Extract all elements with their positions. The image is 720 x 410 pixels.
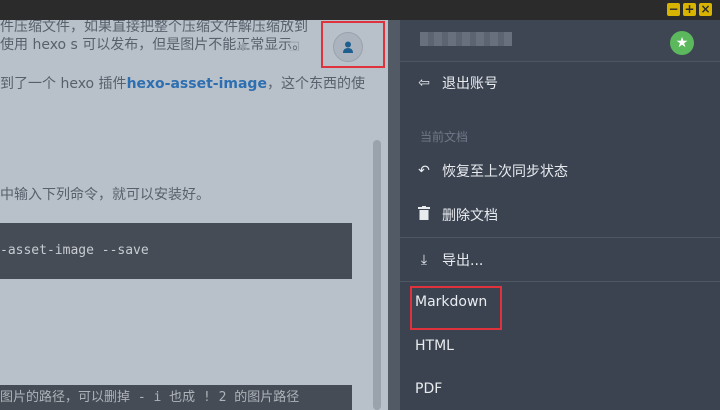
html-label: HTML <box>415 338 454 354</box>
logout-button[interactable]: ⇦ 退出账号 <box>416 73 498 93</box>
doc-line: 到了一个 hexo 插件hexo-asset-image，这个东西的使 <box>0 76 365 92</box>
window-icon: ❐ <box>289 40 300 54</box>
code-block: -asset-image --save <box>0 223 352 279</box>
document-preview: 件压缩文件，如果直接把整个压缩文件解压缩放到 使用 hexo s 可以发布，但是… <box>0 20 388 410</box>
doc-line: 使用 hexo s 可以发布，但是图片不能正常显示。 <box>0 37 307 53</box>
trash-icon <box>416 206 432 224</box>
window-titlebar: − + × <box>0 0 720 20</box>
restore-label: 恢复至上次同步状态 <box>442 164 568 180</box>
divider <box>400 237 720 238</box>
code-block: 图片的路径，可以删掉 - i 也成 ! 2 的图片路径 <box>0 385 352 410</box>
delete-label: 删除文档 <box>442 208 498 224</box>
undo-icon: ↶ <box>418 163 430 179</box>
download-icon: ⤓ <box>420 252 428 268</box>
export-html-option[interactable]: HTML <box>415 338 454 354</box>
user-button-highlight <box>321 21 385 68</box>
star-icon[interactable]: ★ <box>670 31 694 55</box>
side-menu: ★ ⇦ 退出账号 当前文档 ↶ 恢复至上次同步状态 删除文档 ⤓ 导出... M… <box>388 20 720 410</box>
doc-line: 中输入下列命令，就可以安装好。 <box>0 187 210 203</box>
delete-doc-button[interactable]: 删除文档 <box>416 205 498 225</box>
close-button[interactable]: × <box>699 3 712 16</box>
window-controls: − + × <box>667 3 712 16</box>
section-current-doc: 当前文档 <box>420 130 469 144</box>
pdf-label: PDF <box>415 381 443 397</box>
export-pdf-option[interactable]: PDF <box>415 381 442 397</box>
scrollbar[interactable] <box>373 140 381 410</box>
user-name-blurred <box>420 32 512 46</box>
maximize-button[interactable]: + <box>683 3 696 16</box>
export-label: 导出... <box>442 253 484 269</box>
markdown-highlight <box>410 286 502 330</box>
restore-button[interactable]: ↶ 恢复至上次同步状态 <box>416 161 568 181</box>
user-header: ★ <box>400 20 720 62</box>
plugin-link[interactable]: hexo-asset-image <box>127 76 267 92</box>
minimize-button[interactable]: − <box>667 3 680 16</box>
export-button[interactable]: ⤓ 导出... <box>416 250 483 270</box>
divider <box>400 281 720 282</box>
logout-label: 退出账号 <box>442 76 498 92</box>
logout-icon: ⇦ <box>418 75 430 91</box>
gear-icon: ✱ <box>238 40 249 54</box>
